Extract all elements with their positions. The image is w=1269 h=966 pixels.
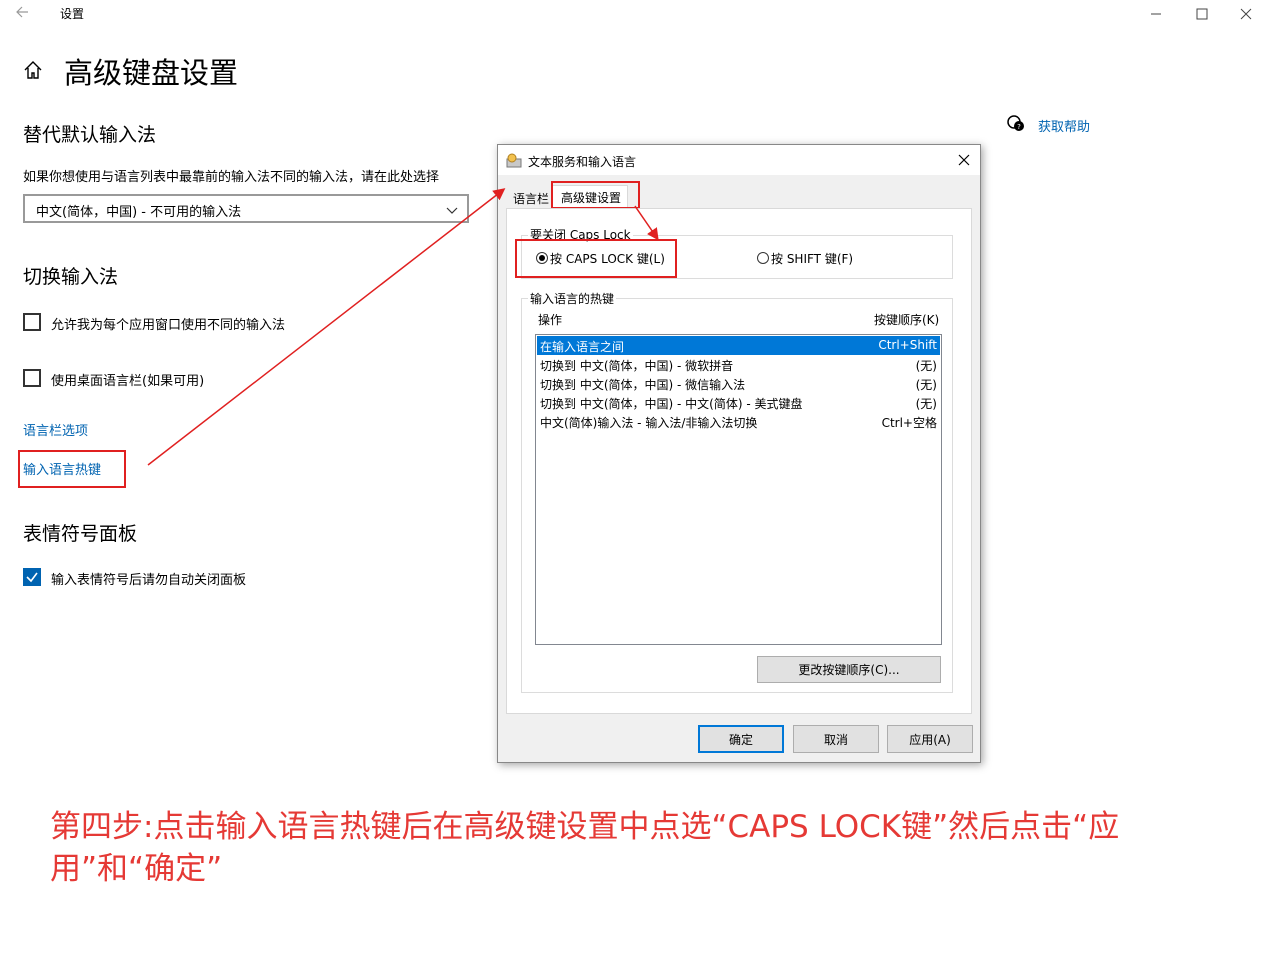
- arrow-hotkeys-to-tab: [147, 188, 506, 466]
- arrow-tab-to-caps: [634, 205, 659, 241]
- instruction-caption: 第四步:点击输入语言热键后在高级键设置中点选“CAPS LOCK键”然后点击“应…: [50, 809, 1120, 887]
